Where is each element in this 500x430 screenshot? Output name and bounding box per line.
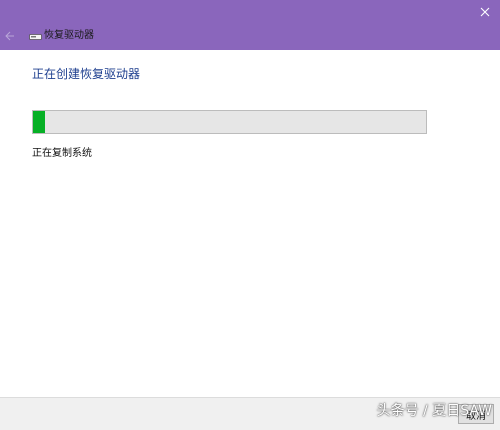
window-title: 恢复驱动器 [44, 30, 94, 41]
progress-bar [32, 110, 427, 134]
progress-fill [33, 111, 45, 133]
page-heading: 正在创建恢复驱动器 [32, 67, 141, 81]
close-icon [480, 7, 490, 17]
drive-icon [29, 34, 42, 40]
status-text: 正在复制系统 [32, 148, 92, 159]
watermark: 头条号 / 夏日SAW [376, 403, 492, 419]
title-bar: 恢复驱动器 [0, 0, 500, 50]
back-button[interactable] [2, 29, 16, 43]
back-arrow-icon [5, 31, 14, 41]
close-button[interactable] [470, 0, 500, 24]
